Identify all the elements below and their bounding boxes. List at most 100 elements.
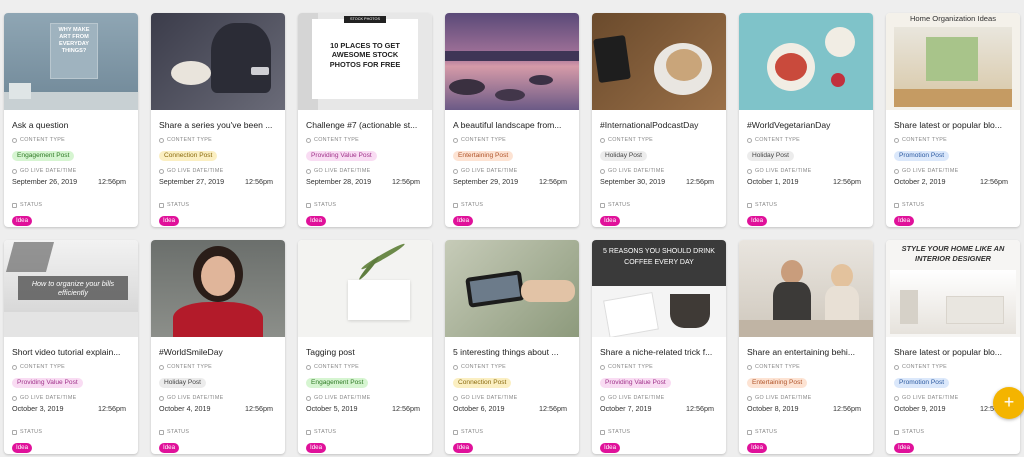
post-card[interactable]: #WorldVegetarianDay CONTENT TYPE Holiday… [739,13,873,227]
thumbnail-text: 5 REASONS YOU SHOULD DRINK COFFEE EVERY … [603,248,715,266]
content-type-tag[interactable]: Holiday Post [747,151,795,161]
go-live-label: GO LIVE DATE/TIME [600,167,718,175]
status-label: STATUS [453,428,571,436]
content-type-label: CONTENT TYPE [306,363,424,371]
go-live-date: October 5, 2019 [306,404,358,413]
status-badge[interactable]: Idea [159,443,180,453]
content-type-label: CONTENT TYPE [747,136,865,144]
content-type-tag[interactable]: Providing Value Post [600,378,671,388]
post-card[interactable]: Share an entertaining behi... CONTENT TY… [739,240,873,454]
go-live-datetime[interactable]: October 6, 2019 12:56pm [453,404,571,413]
post-card[interactable]: 5 REASONS YOU SHOULD DRINK COFFEE EVERY … [592,240,726,454]
go-live-label: GO LIVE DATE/TIME [453,394,571,402]
card-title: #WorldVegetarianDay [747,120,831,130]
status-badge[interactable]: Idea [306,443,327,453]
content-type-tag[interactable]: Engagement Post [306,378,369,388]
post-card[interactable]: WHY MAKE ART FROM EVERYDAY THINGS? Ask a… [4,13,138,227]
status-badge[interactable]: Idea [600,216,621,226]
post-card[interactable]: How to organize your bills efficiently S… [4,240,138,454]
card-grid: WHY MAKE ART FROM EVERYDAY THINGS? Ask a… [4,13,1020,454]
go-live-label: GO LIVE DATE/TIME [306,167,424,175]
go-live-date: October 3, 2019 [12,404,64,413]
post-card[interactable]: Share a series you've been ... CONTENT T… [151,13,285,227]
content-type-tag[interactable]: Entertaining Post [453,151,514,161]
status-badge[interactable]: Idea [453,443,474,453]
post-card[interactable]: A beautiful landscape from... CONTENT TY… [445,13,579,227]
clock-icon [747,395,752,401]
status-label: STATUS [453,201,571,209]
content-type-tag[interactable]: Entertaining Post [747,378,808,388]
status-label: STATUS [600,428,718,436]
post-card[interactable]: 5 interesting things about ... CONTENT T… [445,240,579,454]
circle-icon [453,364,458,370]
content-type-tag[interactable]: Connection Post [159,151,218,161]
go-live-date: October 7, 2019 [600,404,652,413]
thumbnail-text: WHY MAKE ART FROM EVERYDAY THINGS? [58,27,90,54]
post-card[interactable]: Home Organization Ideas Share latest or … [886,13,1020,227]
go-live-datetime[interactable]: September 28, 2019 12:56pm [306,177,424,186]
content-type-tag[interactable]: Promotion Post [894,378,950,388]
go-live-label: GO LIVE DATE/TIME [600,394,718,402]
go-live-time: 12:56pm [98,404,126,413]
content-type-tag[interactable]: Providing Value Post [12,378,83,388]
status-badge[interactable]: Idea [453,216,474,226]
post-card[interactable]: #InternationalPodcastDay CONTENT TYPE Ho… [592,13,726,227]
circle-icon [600,137,605,143]
content-type-tag[interactable]: Promotion Post [894,151,950,161]
add-button[interactable]: + [993,387,1024,419]
content-type-label: CONTENT TYPE [600,363,718,371]
status-badge[interactable]: Idea [12,443,33,453]
status-badge[interactable]: Idea [306,216,327,226]
status-badge[interactable]: Idea [159,216,180,226]
thumbnail-text: How to organize your bills efficiently [18,276,128,300]
content-type-tag[interactable]: Holiday Post [600,151,648,161]
go-live-datetime[interactable]: September 30, 2019 12:56pm [600,177,718,186]
go-live-datetime[interactable]: October 2, 2019 12:56pm [894,177,1012,186]
post-card[interactable]: #WorldSmileDay CONTENT TYPE Holiday Post… [151,240,285,454]
status-badge[interactable]: Idea [600,443,621,453]
card-thumbnail [298,240,432,337]
go-live-datetime[interactable]: September 29, 2019 12:56pm [453,177,571,186]
go-live-time: 12:56pm [980,177,1008,186]
go-live-label: GO LIVE DATE/TIME [12,167,130,175]
clock-icon [894,395,899,401]
go-live-datetime[interactable]: October 4, 2019 12:56pm [159,404,277,413]
status-label: STATUS [12,428,130,436]
go-live-datetime[interactable]: September 27, 2019 12:56pm [159,177,277,186]
post-card[interactable]: Tagging post CONTENT TYPE Engagement Pos… [298,240,432,454]
go-live-time: 12:56pm [98,177,126,186]
go-live-datetime[interactable]: September 26, 2019 12:56pm [12,177,130,186]
go-live-time: 12:56pm [245,404,273,413]
post-card[interactable]: STYLE YOUR HOME LIKE AN INTERIOR DESIGNE… [886,240,1020,454]
status-icon [453,202,458,208]
card-title: A beautiful landscape from... [453,120,562,130]
post-card[interactable]: STOCK PHOTOS 10 PLACES TO GET AWESOME ST… [298,13,432,227]
content-type-tag[interactable]: Connection Post [453,378,512,388]
go-live-datetime[interactable]: October 5, 2019 12:56pm [306,404,424,413]
card-thumbnail: WHY MAKE ART FROM EVERYDAY THINGS? [4,13,138,110]
status-icon [306,429,311,435]
clock-icon [159,395,164,401]
go-live-date: October 1, 2019 [747,177,799,186]
go-live-datetime[interactable]: October 7, 2019 12:56pm [600,404,718,413]
go-live-datetime[interactable]: October 3, 2019 12:56pm [12,404,130,413]
card-title: Share a niche-related trick f... [600,347,713,357]
status-icon [894,202,899,208]
go-live-datetime[interactable]: October 8, 2019 12:56pm [747,404,865,413]
content-type-tag[interactable]: Holiday Post [159,378,207,388]
go-live-time: 12:56pm [392,177,420,186]
card-thumbnail: STYLE YOUR HOME LIKE AN INTERIOR DESIGNE… [886,240,1020,337]
content-type-tag[interactable]: Providing Value Post [306,151,377,161]
card-thumbnail: How to organize your bills efficiently [4,240,138,337]
status-icon [747,429,752,435]
go-live-datetime[interactable]: October 1, 2019 12:56pm [747,177,865,186]
status-icon [159,202,164,208]
plus-icon: + [1003,392,1015,412]
status-badge[interactable]: Idea [747,443,768,453]
status-badge[interactable]: Idea [894,443,915,453]
status-badge[interactable]: Idea [747,216,768,226]
content-type-tag[interactable]: Engagement Post [12,151,75,161]
status-badge[interactable]: Idea [894,216,915,226]
circle-icon [12,364,17,370]
status-badge[interactable]: Idea [12,216,33,226]
